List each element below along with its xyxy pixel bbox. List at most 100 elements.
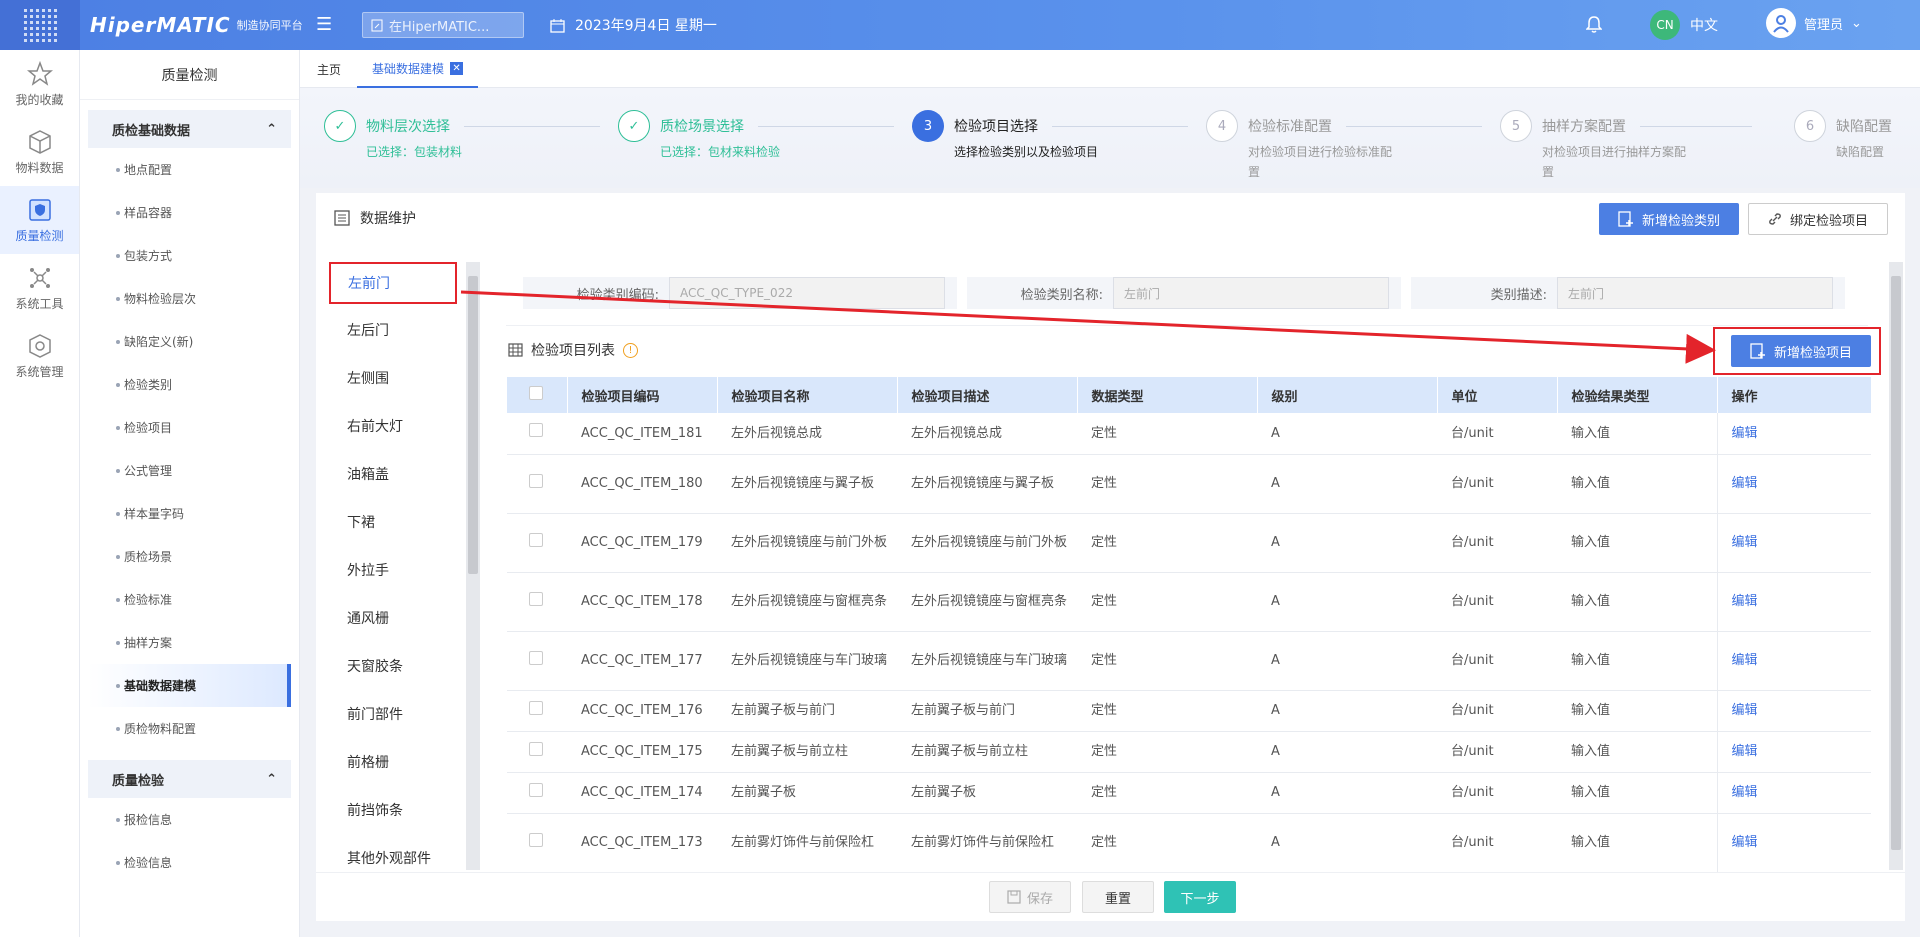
tab-home[interactable]: 主页 [317,50,341,88]
category-item[interactable]: 下裙 [322,498,464,546]
close-icon[interactable]: ✕ [450,61,464,75]
button-label: 新增检验项目 [1773,345,1852,361]
category-item[interactable]: 前门部件 [322,690,464,738]
category-item[interactable]: 前挡饰条 [322,786,464,834]
tab-base-data-modeling[interactable]: 基础数据建模 ✕ [357,50,479,88]
reset-button[interactable]: 重置 [1082,881,1154,913]
save-button[interactable]: 保存 [989,881,1071,913]
rail-favorites[interactable]: 我的收藏 [0,50,79,118]
edit-link[interactable]: 编辑 [1716,513,1871,573]
icon-rail: 我的收藏 物料数据 质量检测 系统工具 系统管理 [0,50,80,937]
rail-material-data[interactable]: 物料数据 [0,118,79,186]
category-desc-field[interactable]: 左前门 [1557,277,1833,309]
category-name-field[interactable]: 左前门 [1113,277,1389,309]
menu-item-sample-code[interactable]: 样本量字码 [80,492,299,535]
category-item[interactable]: 左侧围 [322,354,464,402]
category-item[interactable]: 外拉手 [322,546,464,594]
category-code-field[interactable]: ACC_QC_TYPE_022 [669,277,945,309]
menu-item-qc-scene[interactable]: 质检场景 [80,535,299,578]
menu-toggle-icon[interactable]: ☰ [316,15,334,35]
cell-type: 定性 [1077,572,1257,632]
content-scrollbar[interactable] [1889,262,1903,870]
menu-item-sampling-plan[interactable]: 抽样方案 [80,621,299,664]
rail-label: 质量检测 [15,228,64,243]
row-checkbox[interactable] [507,413,567,455]
menu-item-sample-container[interactable]: 样品容器 [80,191,299,234]
menu-group-basic-data[interactable]: 质检基础数据 ⌃ [88,110,291,148]
cell-desc: 左前翼子板与前门 [897,690,1077,732]
language-switch[interactable]: CN 中文 [1650,10,1718,40]
row-checkbox[interactable] [507,731,567,773]
scrollbar-thumb[interactable] [1891,276,1901,850]
cell-result-type: 输入值 [1557,772,1717,814]
scrollbar-thumb[interactable] [468,276,478,574]
menu-item-inspection-category[interactable]: 检验类别 [80,363,299,406]
category-scrollbar[interactable] [466,262,480,870]
category-item[interactable]: 天窗胶条 [322,642,464,690]
menu-item-formula[interactable]: 公式管理 [80,449,299,492]
bind-item-button[interactable]: 绑定检验项目 [1748,203,1888,235]
edit-link[interactable]: 编辑 [1716,413,1871,455]
row-checkbox[interactable] [507,454,567,514]
rail-system-management[interactable]: 系统管理 [0,322,79,390]
category-item[interactable]: 左后门 [322,306,464,354]
category-item[interactable]: 前格栅 [322,738,464,786]
edit-link[interactable]: 编辑 [1716,772,1871,814]
bell-icon[interactable] [1585,16,1603,37]
menu-item-location[interactable]: 地点配置 [80,148,299,191]
table-row: ACC_QC_ITEM_178 左外后视镜镜座与窗框亮条 左外后视镜镜座与窗框亮… [507,572,1871,632]
cell-unit: 台/unit [1437,772,1557,814]
menu-group-quality-inspection[interactable]: 质量检验 ⌃ [88,760,291,798]
cell-name: 左外后视镜镜座与翼子板 [717,454,897,514]
menu-item-defect-definition[interactable]: 缺陷定义(新) [80,320,299,363]
edit-link[interactable]: 编辑 [1716,690,1871,732]
menu-item-inspection-info[interactable]: 检验信息 [80,841,299,884]
cell-result-type: 输入值 [1557,690,1717,732]
category-item-active[interactable]: 左前门 [329,262,457,304]
cell-type: 定性 [1077,772,1257,814]
edit-link[interactable]: 编辑 [1716,454,1871,514]
edit-link[interactable]: 编辑 [1716,731,1871,773]
cell-result-type: 输入值 [1557,731,1717,773]
search-input[interactable]: 在HiperMATIC... [362,12,524,38]
add-item-button[interactable]: 新增检验项目 [1731,335,1871,367]
edit-link[interactable]: 编辑 [1716,572,1871,632]
edit-link[interactable]: 编辑 [1716,631,1871,691]
category-item[interactable]: 油箱盖 [322,450,464,498]
steps-wizard: ✓ 物料层次选择 已选择：包装材料 ✓ 质检场景选择 已选择：包材来料检验 3 … [300,88,1920,188]
search-placeholder: 在HiperMATIC... [389,19,490,35]
rail-system-tools[interactable]: 系统工具 [0,254,79,322]
row-checkbox[interactable] [507,690,567,732]
cube-icon [28,129,51,154]
user-menu[interactable]: 管理员 ⌄ [1766,8,1862,38]
card-title: 数据维护 [360,211,416,227]
category-item[interactable]: 通风栅 [322,594,464,642]
filter-code: 检验类别编码: ACC_QC_TYPE_022 [523,277,957,309]
menu-item-material-level[interactable]: 物料检验层次 [80,277,299,320]
row-checkbox[interactable] [507,772,567,814]
cell-result-type: 输入值 [1557,454,1717,514]
app-grid-icon[interactable] [0,0,80,50]
select-all-checkbox[interactable] [507,377,568,413]
cell-type: 定性 [1077,413,1257,455]
cell-name: 左外后视镜镜座与前门外板 [717,513,897,573]
category-item[interactable]: 其他外观部件 [322,834,464,870]
row-checkbox[interactable] [507,513,567,573]
menu-item-base-data-modeling[interactable]: 基础数据建模 [88,664,291,707]
rail-quality-inspection[interactable]: 质量检测 [0,186,79,254]
add-doc-icon [1618,211,1633,227]
row-checkbox[interactable] [507,631,567,691]
row-checkbox[interactable] [507,572,567,632]
menu-item-report-info[interactable]: 报检信息 [80,798,299,841]
category-item[interactable]: 右前大灯 [322,402,464,450]
add-category-button[interactable]: 新增检验类别 [1599,203,1739,235]
menu-item-inspection-item[interactable]: 检验项目 [80,406,299,449]
menu-item-qc-material-config[interactable]: 质检物料配置 [80,707,299,750]
edit-link[interactable]: 编辑 [1716,813,1871,873]
logo: HiperMATIC 制造协同平台 [90,0,303,50]
info-icon[interactable]: ! [623,342,638,358]
menu-item-inspection-standard[interactable]: 检验标准 [80,578,299,621]
row-checkbox[interactable] [507,813,567,873]
menu-item-packaging[interactable]: 包装方式 [80,234,299,277]
next-button[interactable]: 下一步 [1164,881,1236,913]
